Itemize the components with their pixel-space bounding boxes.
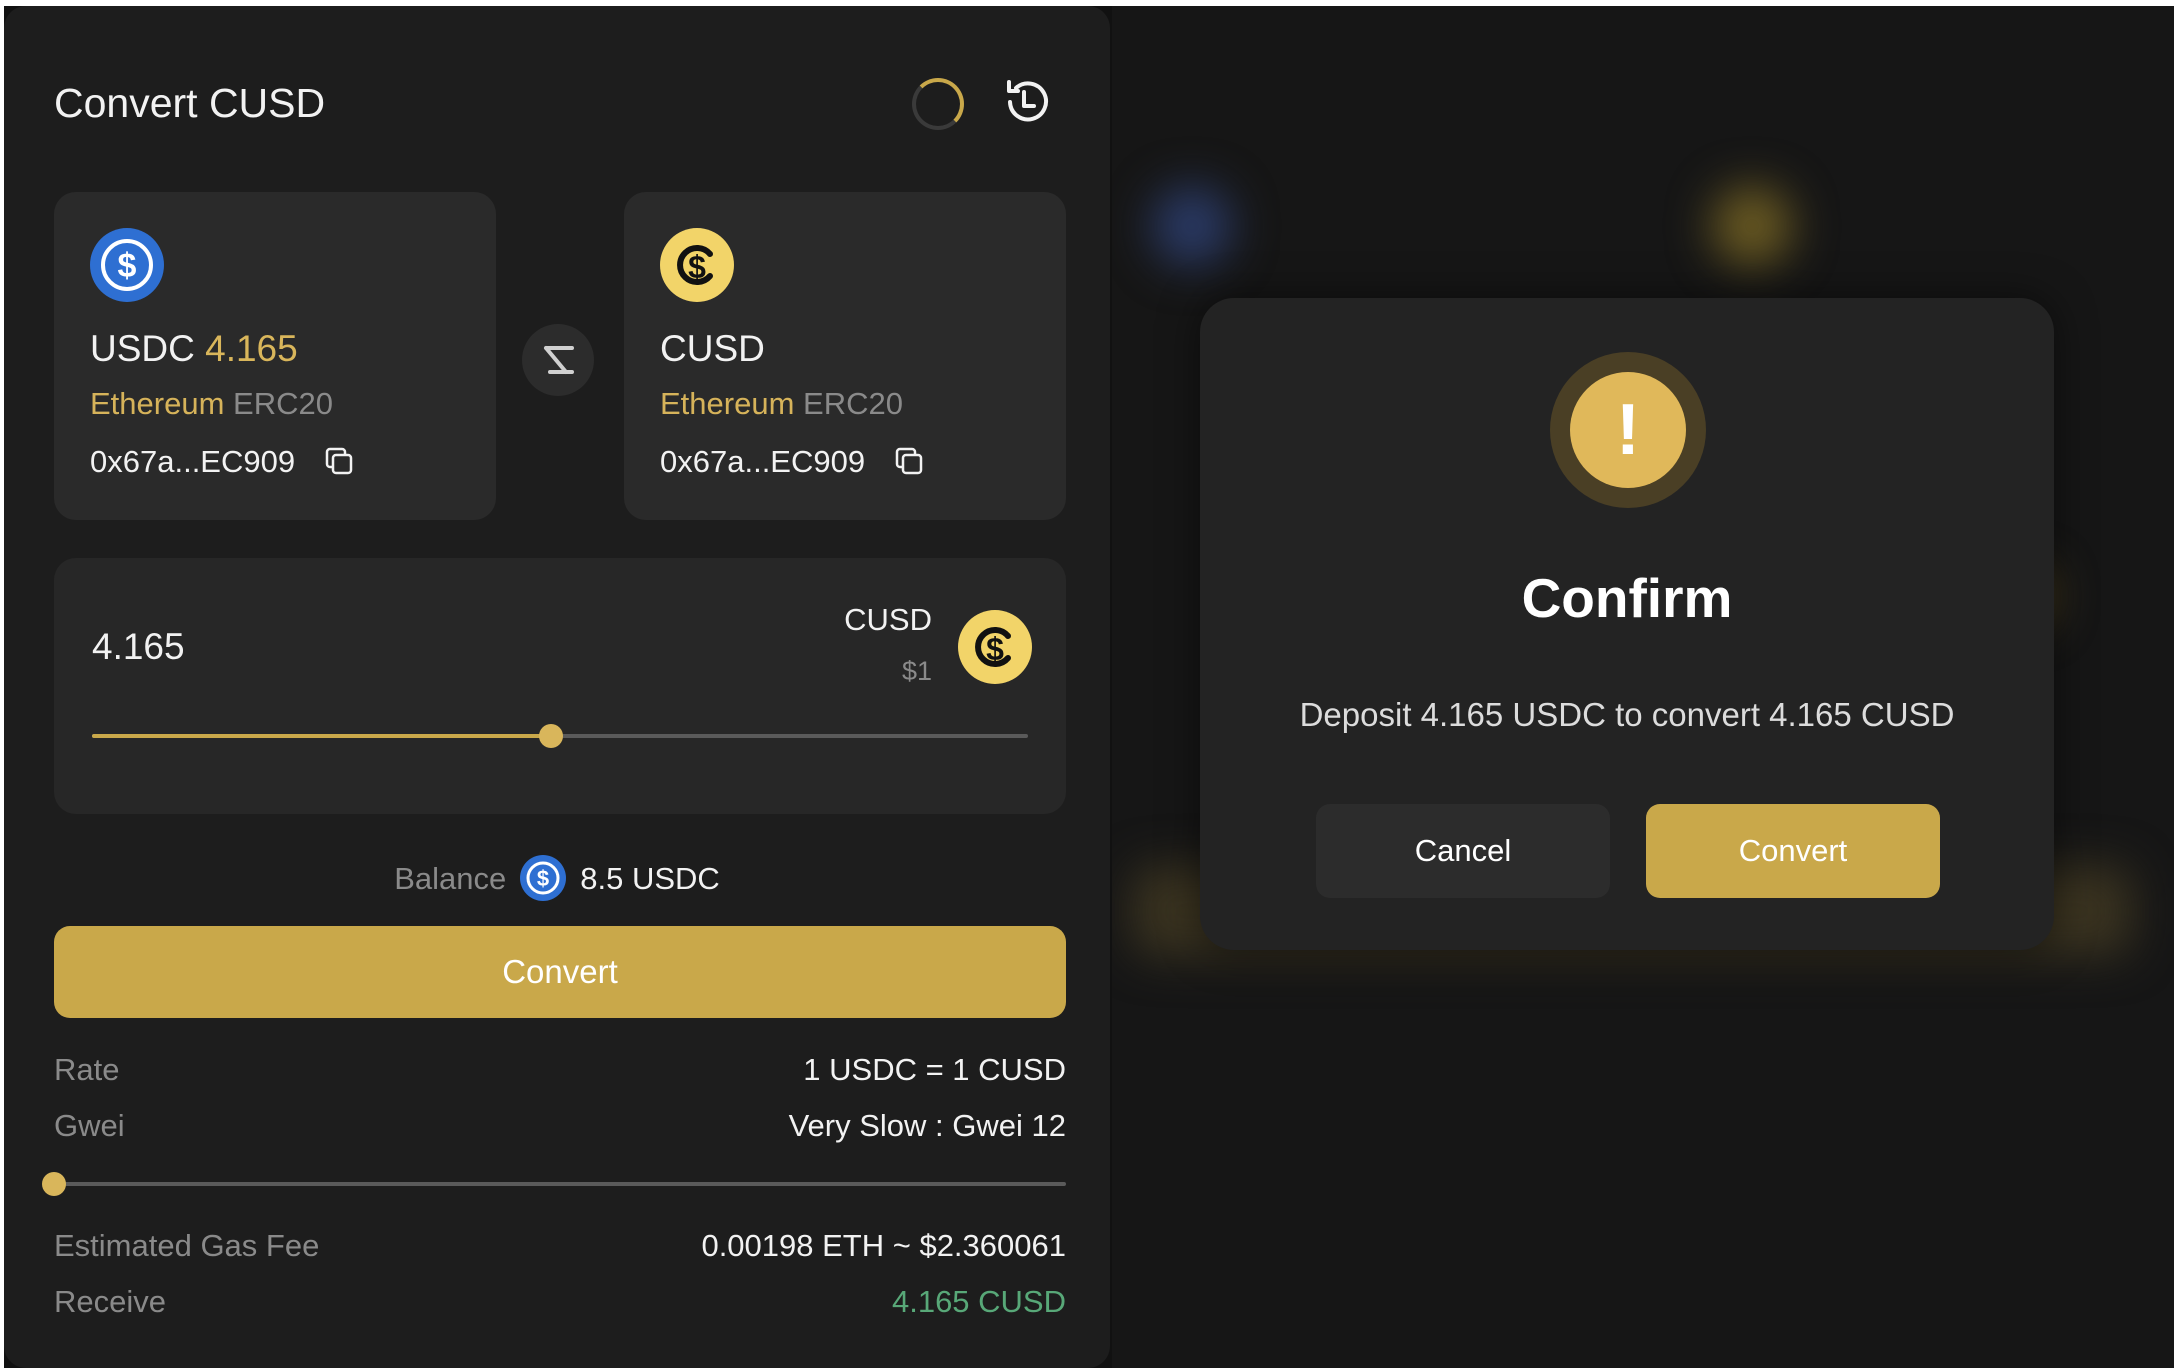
target-token-card[interactable]: $ CUSD Ethereum ERC20 0x67a...EC909 [624,192,1066,520]
source-network-name: Ethereum [90,386,225,421]
balance-unit-text: USDC [631,861,720,897]
exclamation-icon: ! [1570,372,1686,488]
source-token-network: Ethereum ERC20 [90,386,333,422]
balance-label: Balance [394,861,507,897]
page-title: Convert CUSD [54,80,326,126]
target-token-standard: ERC20 [803,386,903,421]
amount-slider[interactable] [92,724,1028,748]
history-icon[interactable] [1000,74,1056,130]
svg-text:$: $ [986,631,1004,667]
swap-direction-button[interactable] [522,324,594,396]
source-token-card[interactable]: $ USDC 4.165 Ethereum ERC20 0x67a...EC90… [54,192,496,520]
warning-badge: ! [1550,352,1706,508]
receive-value: 4.165 CUSD [891,1284,1066,1319]
cusd-dollar-icon: $ [660,228,734,302]
rate-label: Rate [54,1052,120,1087]
svg-text:$: $ [537,866,549,891]
source-token-name: USDC 4.165 [90,328,298,370]
blurred-token-icon [1152,186,1232,266]
copy-icon[interactable] [894,446,924,476]
cancel-button[interactable]: Cancel [1316,804,1610,898]
balance-value: 8.5 [580,861,624,897]
target-token-network: Ethereum ERC20 [660,386,903,422]
rate-value: 1 USDC = 1 CUSD [803,1052,1066,1087]
source-address: 0x67a...EC909 [90,444,296,479]
gas-fee-value: 0.00198 ETH ~ $2.360061 [701,1228,1066,1263]
target-token-name: CUSD [660,328,765,369]
balance-row: Balance $8.5 USDC [4,855,1110,904]
amount-currency: CUSD [844,602,932,637]
convert-panel: Convert CUSD $ USDC 4.165 Ethereum ERC20… [4,6,1110,1368]
amount-slider-handle[interactable] [538,724,563,748]
cusd-dollar-icon: $ [958,610,1032,684]
convert-button[interactable]: Convert [54,926,1066,1018]
source-token-symbol: USDC [90,328,195,369]
receive-label: Receive [54,1284,166,1319]
target-network-name: Ethereum [660,386,795,421]
gwei-label: Gwei [54,1108,125,1143]
target-address: 0x67a...EC909 [660,444,866,479]
amount-slider-fill [92,734,551,738]
gwei-slider-handle[interactable] [42,1172,66,1196]
gas-fee-label: Estimated Gas Fee [54,1228,320,1263]
dialog-message: Deposit 4.165 USDC to convert 4.165 CUSD [1299,696,1955,733]
app-window: Convert CUSD $ USDC 4.165 Ethereum ERC20… [4,6,2174,1368]
balance-unit: USDC [623,861,720,897]
dialog-title: Confirm [1521,567,1733,629]
gwei-slider[interactable] [42,1172,1066,1196]
svg-text:$: $ [688,249,706,285]
usdc-dollar-icon: $ [90,228,164,302]
loading-spinner-icon [912,78,964,130]
usdc-dollar-icon: $ [520,855,567,901]
swap-arrows-icon [544,346,574,374]
svg-text:$: $ [118,247,137,285]
copy-icon[interactable] [324,446,354,476]
amount-input[interactable]: 4.165 [92,626,185,668]
amount-price: $1 [901,656,932,686]
source-token-amount: 4.165 [205,328,298,369]
confirm-convert-button[interactable]: Convert [1646,804,1940,898]
blurred-token-icon [1712,186,1792,266]
amount-card: 4.165 CUSD $1 $ [54,558,1066,814]
gwei-value: Very Slow : Gwei 12 [788,1108,1066,1143]
source-token-standard: ERC20 [233,386,333,421]
confirm-dialog: ! Confirm Deposit 4.165 USDC to convert … [1200,298,2054,950]
